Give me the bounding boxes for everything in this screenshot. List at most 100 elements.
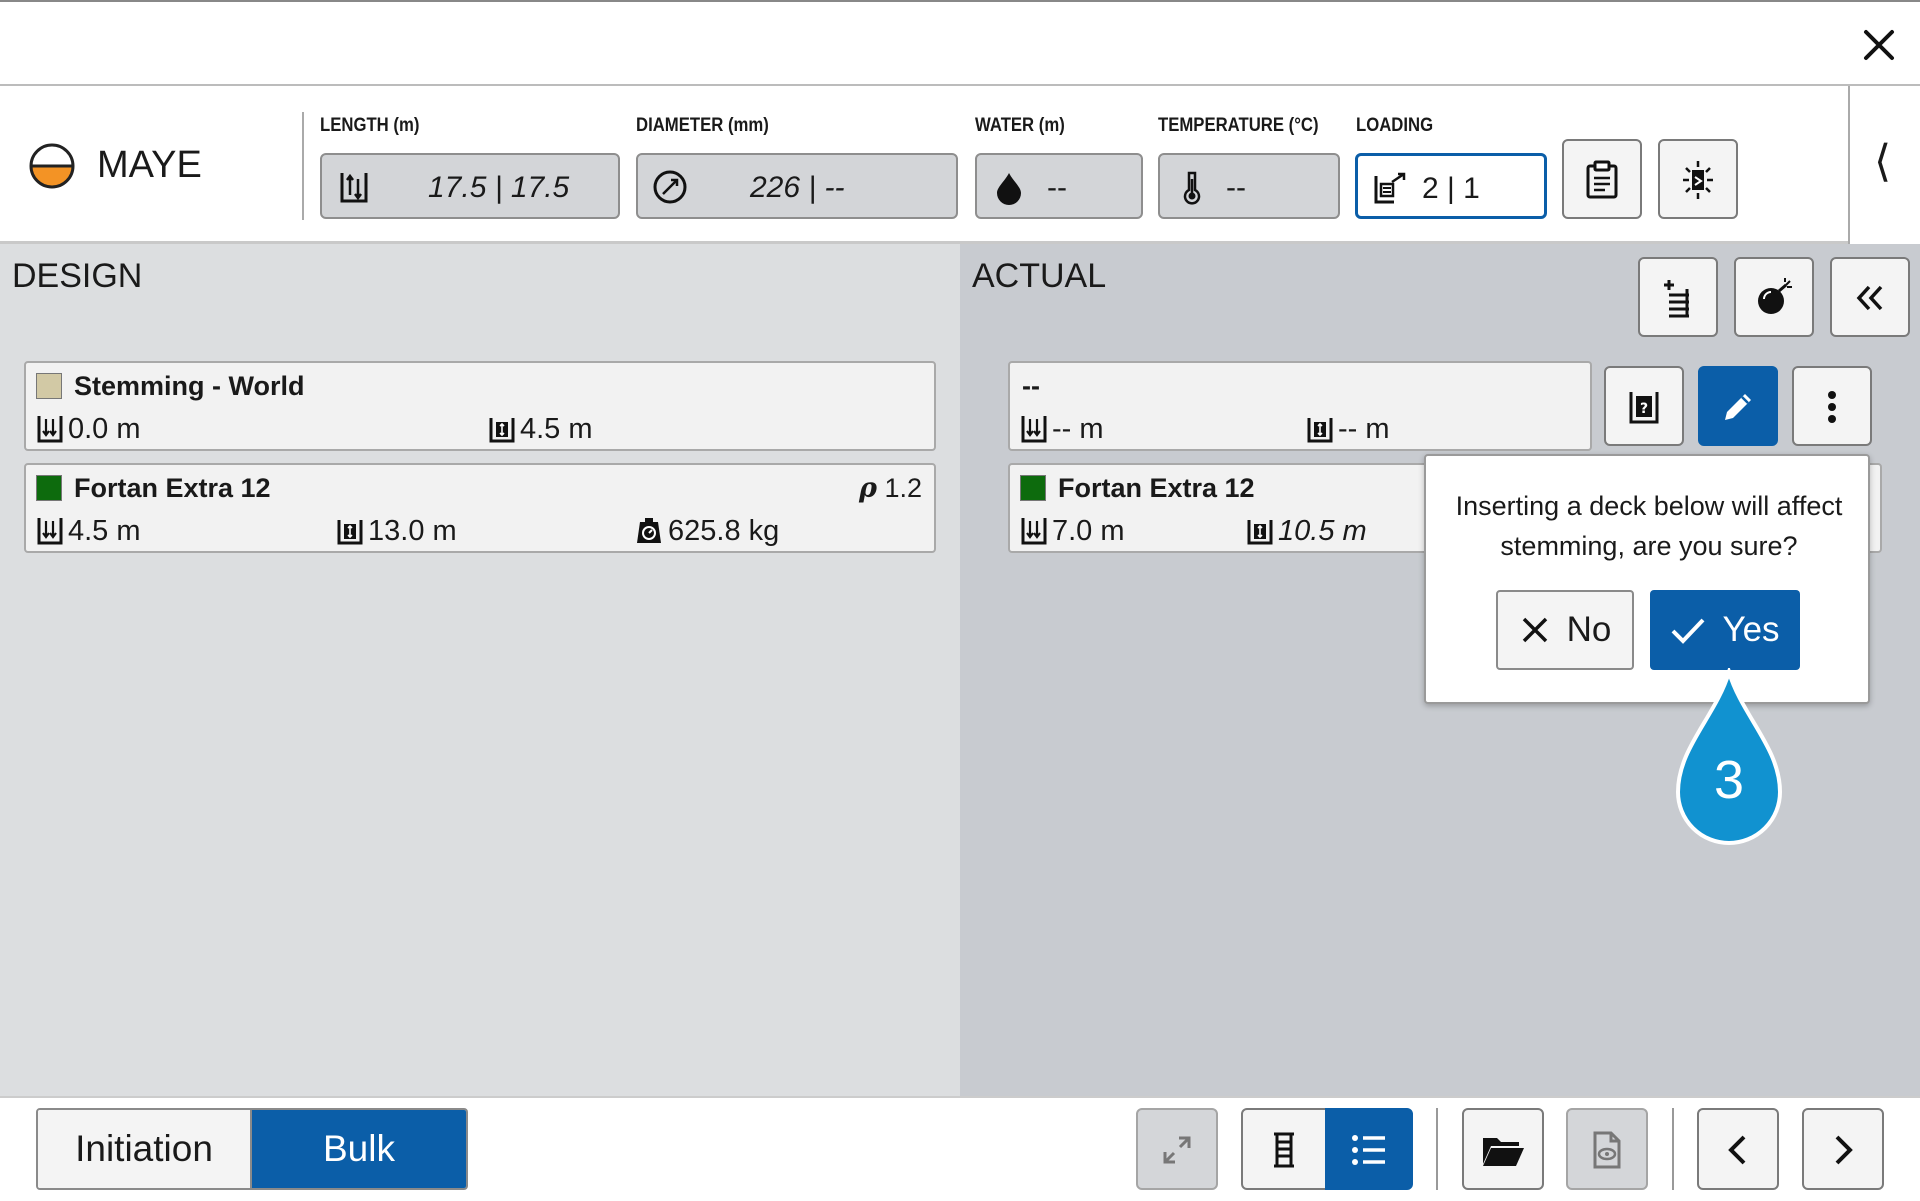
header-divider — [302, 112, 304, 220]
water-value: -- — [1047, 171, 1067, 204]
hole-status-icon — [28, 142, 76, 190]
expand-button[interactable] — [1136, 1108, 1218, 1190]
deck-top-value: 4.5 m — [68, 515, 141, 547]
deck-mass-metric: 625.8 kg — [634, 513, 779, 549]
deck-name: -- — [1022, 371, 1040, 401]
weight-icon — [637, 518, 661, 543]
deck-length-value: 13.0 m — [368, 515, 457, 547]
collapse-glyph: ⟨ — [1874, 137, 1892, 186]
primer-button[interactable] — [1734, 257, 1814, 337]
list-icon — [1352, 1135, 1385, 1165]
report-button[interactable] — [1562, 139, 1642, 219]
chevron-left-icon — [1728, 1135, 1746, 1165]
deck-length-metric: -- m — [1306, 411, 1390, 447]
explosion-icon — [1683, 161, 1713, 199]
diameter-icon — [653, 170, 687, 204]
mode-toggle: Initiation Bulk — [36, 1108, 468, 1190]
deck-length-value: 10.5 m — [1278, 515, 1367, 547]
toolbar-divider — [1436, 1108, 1438, 1190]
close-icon — [1522, 617, 1547, 643]
double-chevron-left-icon — [1856, 285, 1883, 311]
deck-length-value: -- m — [1338, 413, 1390, 445]
deck-top-metric: 7.0 m — [1020, 513, 1125, 549]
checkmark-icon — [1672, 618, 1705, 644]
diameter-value: 226 | -- — [750, 171, 845, 204]
length-label: LENGTH (m) — [320, 115, 420, 136]
loading-icon — [1374, 172, 1406, 204]
deck-color-swatch — [36, 475, 62, 501]
deck-top-value: 7.0 m — [1052, 515, 1125, 547]
add-deck-icon — [1664, 280, 1689, 318]
temperature-label: TEMPERATURE (°C) — [1158, 115, 1319, 136]
chevron-right-icon — [1835, 1135, 1853, 1165]
actual-title: ACTUAL — [972, 257, 1107, 295]
deck-name: Stemming - World — [74, 371, 305, 401]
loading-label: LOADING — [1356, 115, 1434, 136]
length-field[interactable]: 17.5 | 17.5 — [320, 153, 620, 219]
deck-length-icon — [337, 520, 363, 545]
preview-document-button[interactable] — [1566, 1108, 1648, 1190]
design-deck-stemming[interactable]: Stemming - World 0.0 m 4.5 m — [24, 361, 936, 451]
length-icon — [340, 173, 368, 203]
loading-field[interactable]: 2 | 1 — [1355, 153, 1547, 219]
loading-value: 2 | 1 — [1422, 172, 1480, 205]
diameter-field[interactable]: 226 | -- — [636, 153, 958, 219]
hole-view-button[interactable] — [1241, 1108, 1327, 1190]
hole-column-icon — [1274, 1132, 1294, 1168]
close-button[interactable] — [1856, 22, 1902, 68]
folder-open-icon — [1483, 1138, 1524, 1166]
expand-icon — [1163, 1136, 1191, 1164]
mode-bulk[interactable]: Bulk — [252, 1110, 466, 1188]
deck-top-icon — [1021, 416, 1047, 443]
list-view-button[interactable] — [1325, 1108, 1413, 1190]
deck-length-icon — [1247, 520, 1273, 545]
explode-button[interactable] — [1658, 139, 1738, 219]
deck-length-metric: 10.5 m — [1246, 513, 1367, 549]
yes-label: Yes — [1722, 610, 1780, 649]
close-icon — [1864, 30, 1894, 60]
deck-top-metric: 0.0 m — [36, 411, 141, 447]
length-value: 17.5 | 17.5 — [428, 171, 570, 204]
kebab-menu-icon — [1828, 391, 1836, 423]
actual-deck-empty[interactable]: -- -- m -- m — [1008, 361, 1592, 451]
deck-length-value: 4.5 m — [520, 413, 593, 445]
deck-name: Fortan Extra 12 — [1058, 473, 1255, 503]
previous-button[interactable] — [1697, 1108, 1779, 1190]
yes-button[interactable]: Yes — [1650, 590, 1800, 670]
design-title: DESIGN — [12, 257, 143, 295]
confirm-message: Inserting a deck below will affect stemm… — [1455, 491, 1843, 561]
confirm-popover: Inserting a deck below will affect stemm… — [1424, 454, 1870, 704]
water-drop-icon — [997, 173, 1021, 205]
side-panel-toggle[interactable]: ⟨ — [1848, 86, 1920, 244]
no-button[interactable]: No — [1496, 590, 1634, 670]
deck-top-value: 0.0 m — [68, 413, 141, 445]
deck-length-icon — [489, 418, 515, 443]
thermometer-icon — [1183, 171, 1201, 205]
deck-top-icon — [1021, 518, 1047, 545]
collapse-design-button[interactable] — [1830, 257, 1910, 337]
toolbar-divider — [1672, 1108, 1674, 1190]
more-options-button[interactable] — [1792, 366, 1872, 446]
pencil-icon — [1725, 394, 1751, 420]
unknown-product-button[interactable]: ? — [1604, 366, 1684, 446]
deck-color-swatch — [1020, 475, 1046, 501]
document-preview-icon — [1593, 1131, 1621, 1169]
step-number: 3 — [1713, 750, 1745, 810]
title-bar — [0, 0, 1920, 86]
water-field[interactable]: -- — [975, 153, 1143, 219]
density-symbol: ρ — [858, 473, 877, 504]
temperature-field[interactable]: -- — [1158, 153, 1340, 219]
deck-length-metric: 4.5 m — [488, 411, 593, 447]
deck-length-metric: 13.0 m — [336, 513, 457, 549]
mode-initiation[interactable]: Initiation — [38, 1110, 252, 1188]
diameter-label: DIAMETER (mm) — [636, 115, 769, 136]
add-deck-button[interactable] — [1638, 257, 1718, 337]
deck-mass-value: 625.8 kg — [668, 515, 780, 547]
next-button[interactable] — [1802, 1108, 1884, 1190]
open-folder-button[interactable] — [1462, 1108, 1544, 1190]
edit-deck-button[interactable] — [1698, 366, 1778, 446]
deck-top-metric: 4.5 m — [36, 513, 141, 549]
density-value: 1.2 — [884, 473, 922, 503]
deck-name: Fortan Extra 12 — [74, 473, 271, 503]
design-deck-explosive[interactable]: Fortan Extra 12 ρ 1.2 4.5 m 13.0 m 625.8… — [24, 463, 936, 553]
